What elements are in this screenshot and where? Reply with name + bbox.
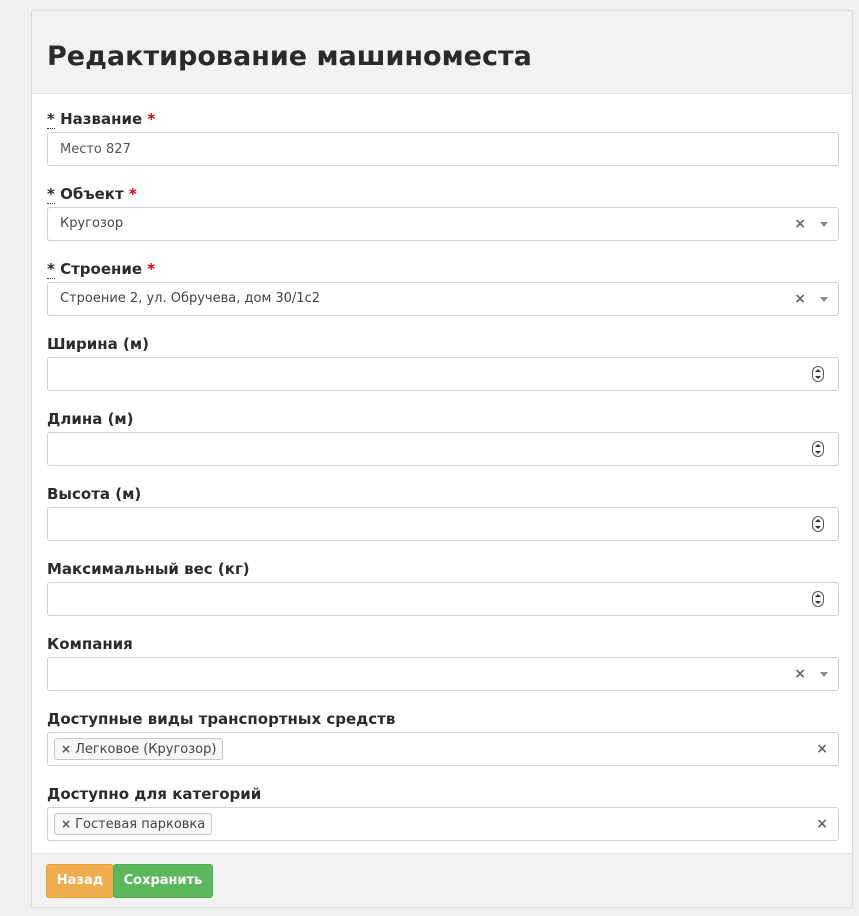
object-label-text: Объект: [60, 185, 124, 203]
company-chevron-down-icon[interactable]: [820, 672, 828, 677]
tag-remove-icon[interactable]: ×: [61, 742, 71, 756]
vehicle-types-clear-icon[interactable]: ×: [816, 733, 828, 765]
field-width: Ширина (м): [47, 333, 839, 391]
length-label: Длина (м): [47, 410, 134, 428]
required-marker: *: [47, 260, 55, 279]
building-label-text: Строение: [60, 260, 143, 278]
field-max-weight: Максимальный вес (кг): [47, 558, 839, 616]
save-button[interactable]: Сохранить: [113, 864, 213, 898]
max-weight-label: Максимальный вес (кг): [47, 560, 250, 578]
length-spinner-icon[interactable]: [812, 441, 824, 457]
max-weight-number-input[interactable]: [47, 582, 839, 616]
required-star: *: [147, 110, 156, 128]
height-spinner-icon[interactable]: [812, 516, 824, 532]
vehicle-types-label: Доступные виды транспортных средств: [47, 710, 396, 728]
name-label: * Название *: [47, 108, 837, 130]
object-label: * Объект *: [47, 183, 837, 205]
field-name: * Название *: [47, 108, 839, 166]
building-chevron-down-icon[interactable]: [820, 297, 828, 302]
width-label: Ширина (м): [47, 335, 149, 353]
length-number-input[interactable]: [47, 432, 839, 466]
vehicle-types-multiselect[interactable]: × Легковое (Кругозор) ×: [47, 732, 839, 766]
width-input[interactable]: [60, 358, 800, 390]
building-select[interactable]: Строение 2, ул. Обручева, дом 30/1с2 ×: [47, 282, 839, 316]
categories-clear-icon[interactable]: ×: [816, 808, 828, 840]
required-star: *: [128, 185, 137, 203]
object-chevron-down-icon[interactable]: [820, 222, 828, 227]
tag-label: Гостевая парковка: [75, 817, 206, 832]
panel-header: Редактирование машиноместа: [32, 11, 852, 94]
company-select[interactable]: ×: [47, 657, 839, 691]
object-clear-icon[interactable]: ×: [794, 208, 806, 240]
max-weight-spinner-icon[interactable]: [812, 591, 824, 607]
width-spinner-icon[interactable]: [812, 366, 824, 382]
field-height: Высота (м): [47, 483, 839, 541]
tag-label: Легковое (Кругозор): [75, 742, 217, 757]
width-number-input[interactable]: [47, 357, 839, 391]
name-input[interactable]: [60, 133, 800, 165]
page-title: Редактирование машиноместа: [47, 41, 532, 72]
categories-label: Доступно для категорий: [47, 785, 262, 803]
length-input[interactable]: [60, 433, 800, 465]
height-input[interactable]: [60, 508, 800, 540]
company-clear-icon[interactable]: ×: [794, 658, 806, 690]
edit-parking-panel: Редактирование машиноместа * Название * …: [31, 10, 853, 908]
field-company: Компания ×: [47, 633, 839, 691]
field-vehicle-types: Доступные виды транспортных средств × Лег…: [47, 708, 839, 766]
field-building: * Строение * Строение 2, ул. Обручева, д…: [47, 258, 839, 316]
form-body: * Название * * Объект * Кругозор × * Стр…: [32, 94, 852, 841]
height-number-input[interactable]: [47, 507, 839, 541]
category-tag[interactable]: × Гостевая парковка: [54, 813, 213, 835]
name-label-text: Название: [60, 110, 143, 128]
required-marker: *: [47, 185, 55, 204]
required-marker: *: [47, 110, 55, 129]
required-star: *: [147, 260, 156, 278]
max-weight-input[interactable]: [60, 583, 800, 615]
building-selected-value: Строение 2, ул. Обручева, дом 30/1с2: [60, 291, 320, 306]
building-label: * Строение *: [47, 258, 837, 280]
object-select[interactable]: Кругозор ×: [47, 207, 839, 241]
back-button[interactable]: Назад: [46, 864, 114, 898]
field-categories: Доступно для категорий × Гостевая парковк…: [47, 783, 839, 841]
tag-remove-icon[interactable]: ×: [61, 817, 71, 831]
object-selected-value: Кругозор: [60, 216, 124, 231]
height-label: Высота (м): [47, 485, 142, 503]
field-object: * Объект * Кругозор ×: [47, 183, 839, 241]
company-label: Компания: [47, 635, 133, 653]
categories-multiselect[interactable]: × Гостевая парковка ×: [47, 807, 839, 841]
vehicle-type-tag[interactable]: × Легковое (Кругозор): [54, 738, 224, 760]
panel-footer: Назад Сохранить: [32, 853, 852, 907]
field-length: Длина (м): [47, 408, 839, 466]
name-input-box[interactable]: [47, 132, 839, 166]
building-clear-icon[interactable]: ×: [794, 283, 806, 315]
